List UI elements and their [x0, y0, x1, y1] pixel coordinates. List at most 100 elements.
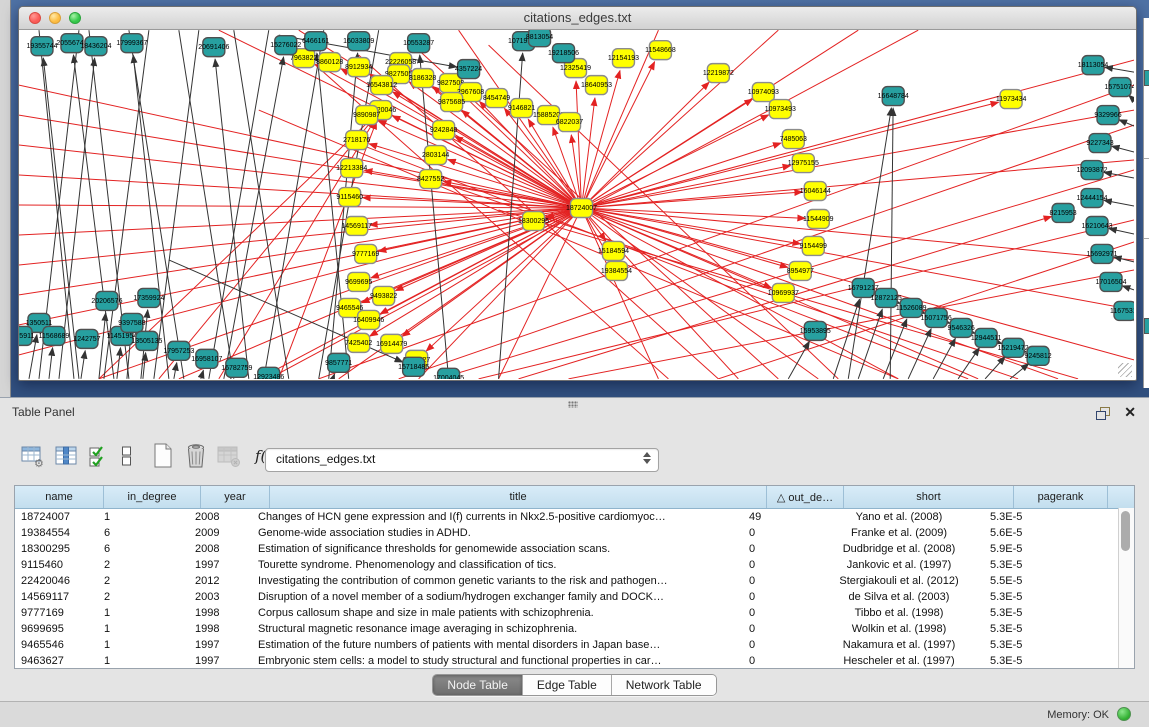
graph-node[interactable]: 17359924: [133, 288, 164, 307]
citation-edge-black[interactable]: [958, 348, 979, 379]
graph-node[interactable]: 10553287: [403, 34, 434, 53]
graph-node[interactable]: 7485063: [780, 130, 807, 149]
graph-node[interactable]: 12975155: [788, 154, 819, 173]
select-all-check-icon[interactable]: [86, 443, 112, 469]
citation-edge-black[interactable]: [49, 348, 53, 379]
tab-node-table[interactable]: Node Table: [433, 675, 523, 695]
citation-edge-black[interactable]: [908, 329, 931, 379]
column-chooser-icon[interactable]: [53, 443, 79, 469]
graph-node[interactable]: 10974093: [748, 83, 779, 102]
citation-edge-black[interactable]: [99, 313, 106, 379]
table-row[interactable]: 946554611997Estimation of the future num…: [15, 637, 1134, 653]
citation-edge-red[interactable]: [581, 166, 790, 208]
graph-node[interactable]: 10969937: [768, 283, 799, 302]
column-header-short[interactable]: short: [844, 486, 1014, 508]
graph-node[interactable]: 19355744: [26, 37, 57, 56]
graph-node[interactable]: 16543812: [366, 76, 397, 95]
graph-node[interactable]: 15184594: [598, 241, 629, 260]
new-table-icon[interactable]: [150, 443, 176, 469]
network-canvas[interactable]: 1872400718300295193845542222605898275051…: [19, 30, 1134, 379]
citation-edge-red[interactable]: [581, 110, 1134, 208]
citation-edge-black[interactable]: [1010, 363, 1029, 378]
citation-edge-black[interactable]: [883, 319, 907, 379]
graph-node[interactable]: 9329966: [1094, 106, 1121, 125]
citation-edge-red[interactable]: [369, 144, 581, 208]
graph-node[interactable]: 9875685: [438, 93, 465, 112]
graph-node[interactable]: 12093872: [1076, 161, 1107, 180]
graph-node[interactable]: 20206576: [91, 291, 122, 310]
graph-node[interactable]: 17999367: [116, 34, 147, 53]
citation-edge-red[interactable]: [419, 175, 1018, 379]
graph-node[interactable]: 9242848: [430, 121, 457, 140]
graph-node[interactable]: 18724007: [566, 199, 597, 218]
table-row[interactable]: 911546021997Tourette syndrome. Phenomeno…: [15, 557, 1134, 573]
table-row[interactable]: 977716911998Corpus callosum shape and si…: [15, 605, 1134, 621]
graph-node[interactable]: 1242757: [73, 329, 100, 348]
graph-node[interactable]: 7425402: [345, 333, 372, 352]
graph-node[interactable]: 9857771: [325, 353, 352, 372]
citation-edge-black[interactable]: [234, 30, 289, 379]
graph-node[interactable]: 19384554: [601, 261, 632, 280]
graph-node[interactable]: 12219872: [703, 64, 734, 83]
window-titlebar[interactable]: citations_edges.txt: [19, 7, 1136, 30]
graph-node[interactable]: 11675311: [1110, 301, 1134, 320]
graph-node[interactable]: 9245812: [1024, 346, 1051, 365]
graph-node[interactable]: 14569117: [341, 216, 372, 235]
citation-edge-black[interactable]: [1104, 172, 1134, 178]
graph-node[interactable]: 6466161: [302, 32, 329, 51]
graph-node[interactable]: 16914479: [376, 334, 407, 353]
graph-node[interactable]: 8860128: [316, 53, 343, 72]
graph-node[interactable]: 8454749: [483, 89, 510, 108]
graph-node[interactable]: 10973493: [765, 100, 796, 119]
citation-edge-black[interactable]: [985, 357, 1005, 379]
graph-node[interactable]: 20691406: [198, 38, 229, 57]
graph-node[interactable]: 16782759: [221, 358, 252, 377]
graph-node[interactable]: 16046144: [800, 182, 831, 201]
graph-node[interactable]: 17004045: [433, 368, 464, 379]
citation-edge-black[interactable]: [1122, 286, 1134, 290]
graph-node[interactable]: 13505135: [131, 331, 162, 350]
graph-node[interactable]: 16648784: [878, 87, 909, 106]
citation-edge-black[interactable]: [333, 374, 335, 379]
graph-node[interactable]: 9154499: [800, 236, 827, 255]
citation-edge-red[interactable]: [581, 143, 780, 208]
citation-edge-black[interactable]: [154, 30, 199, 379]
citation-edge-black[interactable]: [1119, 120, 1134, 126]
graph-node[interactable]: 4357224: [455, 60, 482, 79]
graph-node[interactable]: 6822037: [556, 113, 583, 132]
graph-node[interactable]: 11544909: [803, 209, 834, 228]
graph-node[interactable]: 18300295: [518, 211, 549, 230]
graph-node[interactable]: 9115460: [336, 188, 363, 207]
graph-node[interactable]: 18436204: [80, 37, 111, 56]
graph-node[interactable]: 9890987: [353, 106, 380, 125]
graph-node[interactable]: 8954977: [787, 261, 814, 280]
table-settings-icon[interactable]: ⚙: [20, 443, 46, 469]
citation-edge-black[interactable]: [1105, 67, 1134, 72]
graph-node[interactable]: 3915911: [19, 326, 34, 345]
citation-edge-black[interactable]: [179, 30, 234, 379]
graph-node[interactable]: 15718485: [398, 357, 429, 376]
table-row[interactable]: 1938455462009Genome-wide association stu…: [15, 525, 1134, 541]
graph-node[interactable]: 16958107: [191, 349, 222, 368]
graph-node[interactable]: 16409946: [353, 310, 384, 329]
graph-node[interactable]: 15692971: [1086, 244, 1117, 263]
citation-edge-black[interactable]: [1112, 146, 1134, 152]
deselect-icon[interactable]: [119, 443, 135, 469]
graph-node[interactable]: 17016504: [1095, 272, 1126, 291]
citation-edge-red[interactable]: [426, 208, 581, 351]
graph-node[interactable]: 15276022: [270, 36, 301, 55]
delete-row-icon[interactable]: [183, 443, 209, 469]
graph-node[interactable]: 8427552: [417, 170, 444, 189]
graph-node[interactable]: 12154193: [608, 49, 639, 68]
graph-node[interactable]: 11973434: [996, 90, 1027, 109]
column-header-year[interactable]: year: [201, 486, 270, 508]
column-header-pagerank[interactable]: pagerank: [1014, 486, 1108, 508]
column-header-title[interactable]: title: [270, 486, 767, 508]
float-panel-icon[interactable]: [1096, 407, 1111, 420]
citation-edge-black[interactable]: [1104, 200, 1134, 206]
graph-node[interactable]: 15751074: [1104, 78, 1134, 97]
citation-edge-black[interactable]: [264, 30, 324, 379]
graph-node[interactable]: 9493822: [370, 286, 397, 305]
graph-node[interactable]: 12923486: [253, 367, 284, 379]
citation-edge-black[interactable]: [117, 348, 121, 379]
